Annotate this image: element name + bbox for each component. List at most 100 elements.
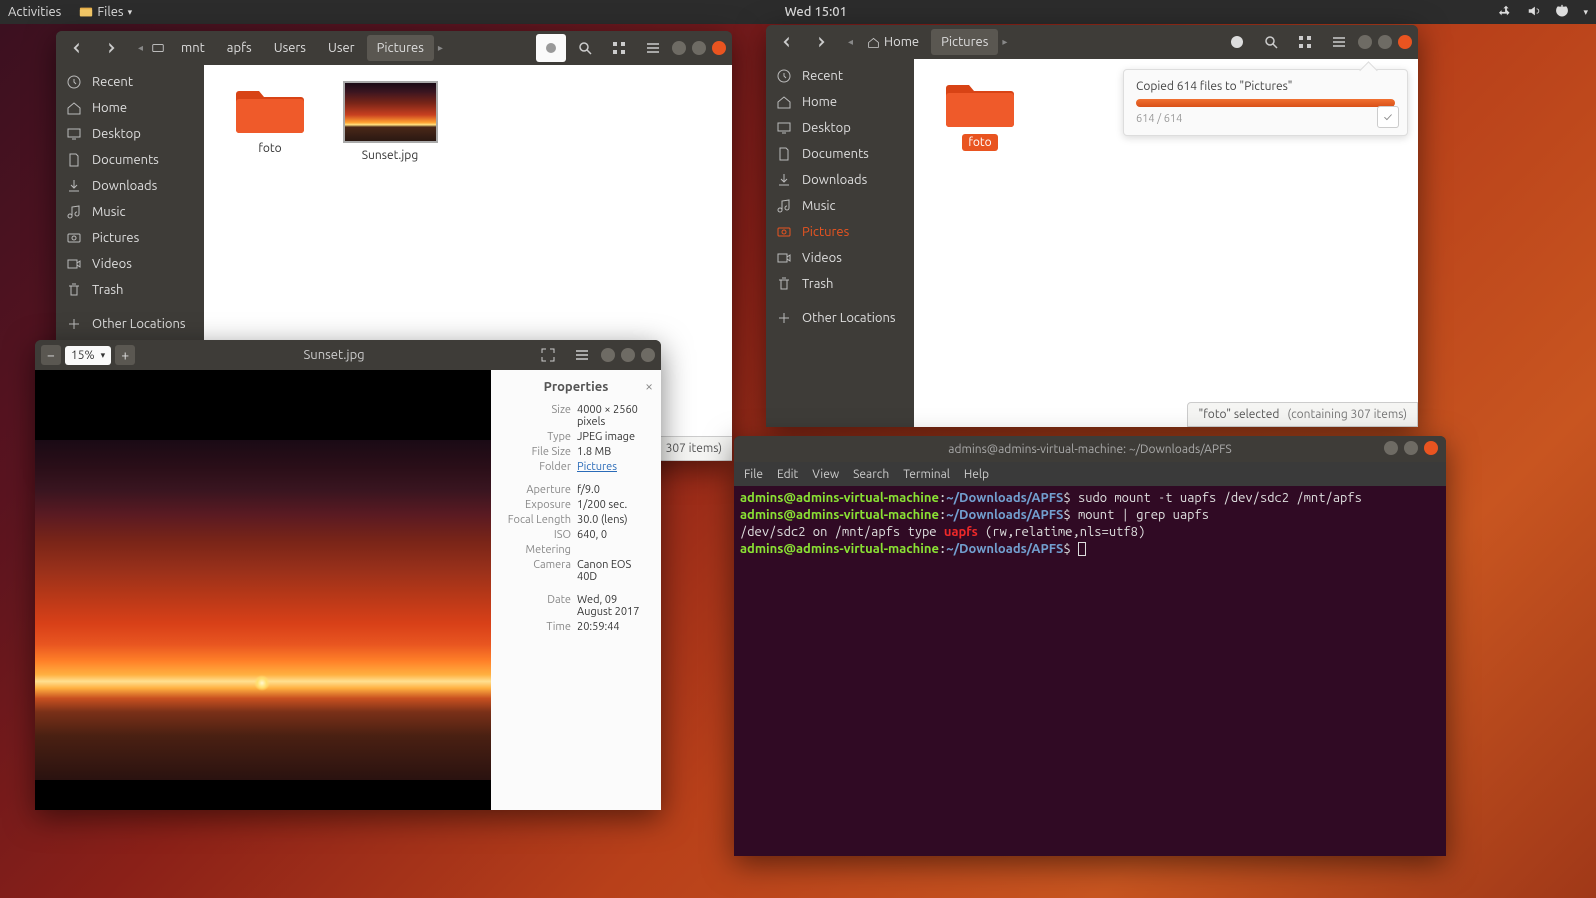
minimize-button[interactable] — [1358, 35, 1372, 49]
forward-button[interactable] — [96, 34, 126, 62]
sidebar-item-music[interactable]: Music — [56, 199, 204, 225]
sidebar-item-pictures[interactable]: Pictures — [766, 219, 914, 245]
property-label: Size — [503, 404, 577, 428]
sidebar-item-trash[interactable]: Trash — [56, 277, 204, 303]
folder-item[interactable]: foto — [930, 75, 1030, 151]
chevron-down-icon[interactable]: ▾ — [1583, 7, 1588, 18]
terminal-window: admins@admins-virtual-machine: ~/Downloa… — [734, 436, 1446, 856]
close-button[interactable] — [641, 348, 655, 362]
sidebar-item-home[interactable]: Home — [56, 95, 204, 121]
record-indicator[interactable] — [536, 34, 566, 62]
back-button[interactable] — [62, 34, 92, 62]
sidebar-item-music[interactable]: Music — [766, 193, 914, 219]
property-row: Aperturef/9.0 — [503, 484, 649, 496]
close-button[interactable] — [1424, 441, 1438, 455]
file-view[interactable]: foto Copied 614 files to "Pictures" 614 … — [914, 59, 1418, 427]
sidebar-item-downloads[interactable]: Downloads — [56, 173, 204, 199]
property-label: Type — [503, 431, 577, 443]
network-icon[interactable] — [1499, 4, 1513, 21]
maximize-button[interactable] — [1404, 441, 1418, 455]
breadcrumb-home[interactable]: Home — [857, 29, 929, 55]
toast-confirm-button[interactable]: ✓ — [1377, 106, 1399, 128]
maximize-button[interactable] — [1378, 35, 1392, 49]
menu-search[interactable]: Search — [853, 468, 889, 481]
app-menu[interactable]: Files ▾ — [79, 5, 132, 19]
search-button[interactable] — [570, 34, 600, 62]
zoom-out-button[interactable]: − — [41, 345, 61, 365]
volume-icon[interactable] — [1527, 4, 1541, 21]
headerbar: ◂ mnt apfs Users User Pictures ▸ — [56, 31, 732, 65]
minimize-button[interactable] — [601, 348, 615, 362]
image-item[interactable]: Sunset.jpg — [340, 81, 440, 164]
view-grid-button[interactable] — [1290, 28, 1320, 56]
breadcrumb[interactable]: Users — [264, 35, 316, 61]
sidebar-item-other-locations[interactable]: Other Locations — [56, 311, 204, 337]
sidebar-item-desktop[interactable]: Desktop — [56, 121, 204, 147]
zoom-in-button[interactable]: + — [115, 345, 135, 365]
path-bar: ◂ Home Pictures ▸ — [846, 29, 1009, 55]
menu-terminal[interactable]: Terminal — [903, 468, 950, 481]
sidebar-icon — [776, 68, 792, 84]
maximize-button[interactable] — [692, 41, 706, 55]
status-bar: "foto" selected(containing 307 items) — [1187, 402, 1418, 427]
view-grid-button[interactable] — [604, 34, 634, 62]
power-icon[interactable] — [1555, 4, 1569, 21]
hamburger-menu[interactable] — [1324, 28, 1354, 56]
close-button[interactable] — [712, 41, 726, 55]
terminal-body[interactable]: admins@admins-virtual-machine:~/Download… — [734, 486, 1446, 856]
hamburger-menu[interactable] — [567, 341, 597, 369]
sidebar-icon — [776, 146, 792, 162]
folder-item[interactable]: foto — [220, 81, 320, 157]
chevron-left-icon[interactable]: ◂ — [136, 42, 145, 54]
progress-indicator[interactable] — [1222, 28, 1252, 56]
minimize-button[interactable] — [672, 41, 686, 55]
search-button[interactable] — [1256, 28, 1286, 56]
sidebar-item-desktop[interactable]: Desktop — [766, 115, 914, 141]
sidebar-item-downloads[interactable]: Downloads — [766, 167, 914, 193]
sidebar-item-home[interactable]: Home — [766, 89, 914, 115]
property-label: Aperture — [503, 484, 577, 496]
pictures-icon — [66, 230, 82, 246]
property-row: Focal Length30.0 (lens) — [503, 514, 649, 526]
back-button[interactable] — [772, 28, 802, 56]
maximize-button[interactable] — [621, 348, 635, 362]
image-canvas[interactable] — [35, 370, 491, 810]
sidebar-item-other-locations[interactable]: Other Locations — [766, 305, 914, 331]
property-row: CameraCanon EOS 40D — [503, 559, 649, 583]
chevron-right-icon[interactable]: ▸ — [1000, 36, 1009, 48]
close-panel-button[interactable]: × — [645, 378, 653, 394]
fullscreen-button[interactable] — [533, 341, 563, 369]
menu-view[interactable]: View — [812, 468, 839, 481]
activities-button[interactable]: Activities — [8, 5, 61, 19]
clock[interactable]: Wed 15:01 — [132, 5, 1499, 19]
sidebar-item-documents[interactable]: Documents — [766, 141, 914, 167]
menu-help[interactable]: Help — [964, 468, 989, 481]
menu-edit[interactable]: Edit — [777, 468, 798, 481]
close-button[interactable] — [1398, 35, 1412, 49]
breadcrumb[interactable]: Pictures — [931, 29, 998, 55]
menu-file[interactable]: File — [744, 468, 763, 481]
sidebar-item-videos[interactable]: Videos — [56, 251, 204, 277]
chevron-left-icon[interactable]: ◂ — [846, 36, 855, 48]
sidebar-item-documents[interactable]: Documents — [56, 147, 204, 173]
sidebar-item-recent[interactable]: Recent — [766, 63, 914, 89]
forward-button[interactable] — [806, 28, 836, 56]
property-row: Size4000 × 2560 pixels — [503, 404, 649, 428]
sidebar-item-pictures[interactable]: Pictures — [56, 225, 204, 251]
hamburger-menu[interactable] — [638, 34, 668, 62]
zoom-select[interactable]: 15%▾ — [65, 346, 111, 365]
property-label: Camera — [503, 559, 577, 583]
music-icon — [66, 204, 82, 220]
breadcrumb[interactable]: mnt — [171, 35, 215, 61]
drive-icon[interactable] — [147, 34, 169, 62]
sidebar-item-trash[interactable]: Trash — [766, 271, 914, 297]
breadcrumb[interactable]: Pictures — [367, 35, 434, 61]
minimize-button[interactable] — [1384, 441, 1398, 455]
breadcrumb[interactable]: apfs — [217, 35, 262, 61]
sidebar-item-recent[interactable]: Recent — [56, 69, 204, 95]
sidebar-item-videos[interactable]: Videos — [766, 245, 914, 271]
chevron-right-icon[interactable]: ▸ — [436, 42, 445, 54]
breadcrumb[interactable]: User — [318, 35, 365, 61]
sidebar-icon — [776, 250, 792, 266]
property-value[interactable]: Pictures — [577, 461, 649, 473]
